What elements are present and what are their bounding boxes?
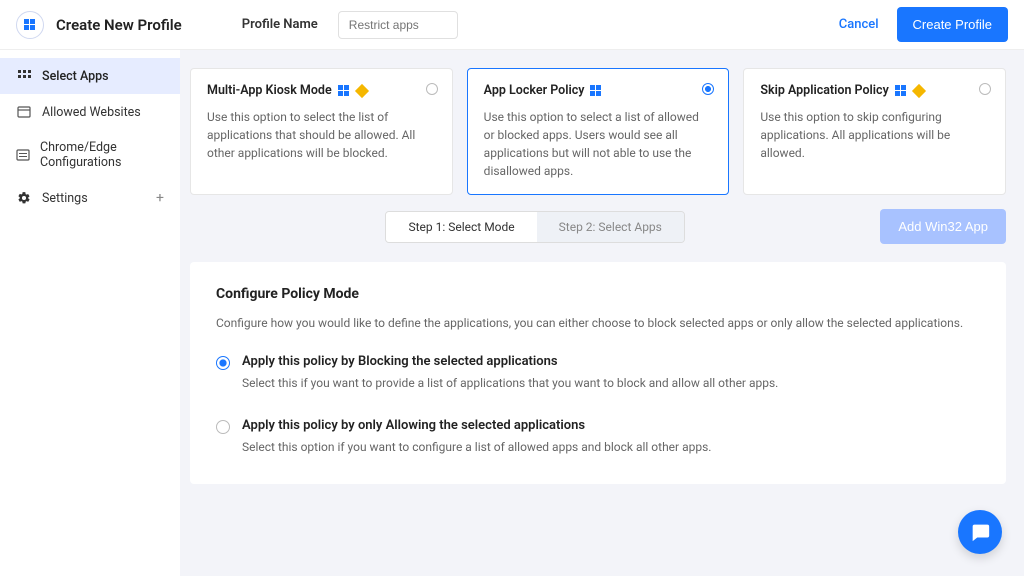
windows-icon bbox=[895, 85, 907, 97]
chat-fab[interactable] bbox=[958, 510, 1002, 554]
diamond-icon bbox=[355, 83, 369, 97]
step-tabs: Step 1: Select Mode Step 2: Select Apps bbox=[385, 211, 684, 243]
windows-icon bbox=[338, 85, 350, 97]
sidebar-item-label: Select Apps bbox=[42, 69, 109, 84]
profile-name-input[interactable] bbox=[338, 11, 458, 39]
card-title: Multi-App Kiosk Mode bbox=[207, 83, 436, 98]
profile-name-label: Profile Name bbox=[242, 17, 318, 32]
radio-icon bbox=[216, 356, 230, 370]
panel-title: Configure Policy Mode bbox=[216, 286, 980, 302]
mode-cards: Multi-App Kiosk Mode Use this option to … bbox=[190, 68, 1006, 195]
browser-config-icon bbox=[16, 147, 30, 163]
tab-step-2[interactable]: Step 2: Select Apps bbox=[537, 212, 684, 242]
card-desc: Use this option to select the list of ap… bbox=[207, 108, 436, 162]
sidebar-item-chrome-edge[interactable]: Chrome/Edge Configurations bbox=[0, 130, 180, 180]
card-title: App Locker Policy bbox=[484, 83, 713, 98]
gear-icon bbox=[16, 190, 32, 206]
card-radio[interactable] bbox=[702, 83, 714, 95]
website-icon bbox=[16, 104, 32, 120]
configure-policy-panel: Configure Policy Mode Configure how you … bbox=[190, 262, 1006, 484]
sidebar-item-select-apps[interactable]: Select Apps bbox=[0, 58, 180, 94]
steps-row: Step 1: Select Mode Step 2: Select Apps … bbox=[190, 209, 1006, 244]
main-content: Multi-App Kiosk Mode Use this option to … bbox=[180, 50, 1024, 576]
sidebar: Select Apps Allowed Websites Chrome/Edge… bbox=[0, 50, 180, 576]
card-radio[interactable] bbox=[979, 83, 991, 95]
card-multi-app-kiosk[interactable]: Multi-App Kiosk Mode Use this option to … bbox=[190, 68, 453, 195]
windows-logo-icon bbox=[16, 11, 44, 39]
card-app-locker[interactable]: App Locker Policy Use this option to sel… bbox=[467, 68, 730, 195]
cancel-button[interactable]: Cancel bbox=[839, 17, 879, 32]
panel-desc: Configure how you would like to define t… bbox=[216, 316, 980, 330]
plus-icon: + bbox=[156, 190, 164, 206]
diamond-icon bbox=[912, 83, 926, 97]
add-win32-app-button[interactable]: Add Win32 App bbox=[880, 209, 1006, 244]
policy-option-allowing[interactable]: Apply this policy by only Allowing the s… bbox=[216, 418, 980, 434]
card-desc: Use this option to skip configuring appl… bbox=[760, 108, 989, 162]
header: Create New Profile Profile Name Cancel C… bbox=[0, 0, 1024, 50]
radio-label: Apply this policy by only Allowing the s… bbox=[242, 418, 585, 433]
page-title: Create New Profile bbox=[56, 16, 182, 34]
sidebar-item-label: Chrome/Edge Configurations bbox=[40, 140, 164, 170]
sidebar-item-label: Settings bbox=[42, 191, 88, 206]
radio-sub: Select this option if you want to config… bbox=[242, 440, 980, 454]
create-profile-button[interactable]: Create Profile bbox=[897, 7, 1008, 42]
card-skip-application[interactable]: Skip Application Policy Use this option … bbox=[743, 68, 1006, 195]
sidebar-item-settings[interactable]: Settings + bbox=[0, 180, 180, 216]
tab-step-1[interactable]: Step 1: Select Mode bbox=[386, 212, 536, 242]
apps-grid-icon bbox=[16, 68, 32, 84]
card-desc: Use this option to select a list of allo… bbox=[484, 108, 713, 180]
sidebar-item-allowed-websites[interactable]: Allowed Websites bbox=[0, 94, 180, 130]
windows-icon bbox=[590, 85, 602, 97]
chat-icon bbox=[969, 521, 991, 543]
card-title: Skip Application Policy bbox=[760, 83, 989, 98]
card-radio[interactable] bbox=[426, 83, 438, 95]
radio-label: Apply this policy by Blocking the select… bbox=[242, 354, 558, 369]
sidebar-item-label: Allowed Websites bbox=[42, 105, 141, 120]
policy-option-blocking[interactable]: Apply this policy by Blocking the select… bbox=[216, 354, 980, 370]
radio-icon bbox=[216, 420, 230, 434]
radio-sub: Select this if you want to provide a lis… bbox=[242, 376, 980, 390]
